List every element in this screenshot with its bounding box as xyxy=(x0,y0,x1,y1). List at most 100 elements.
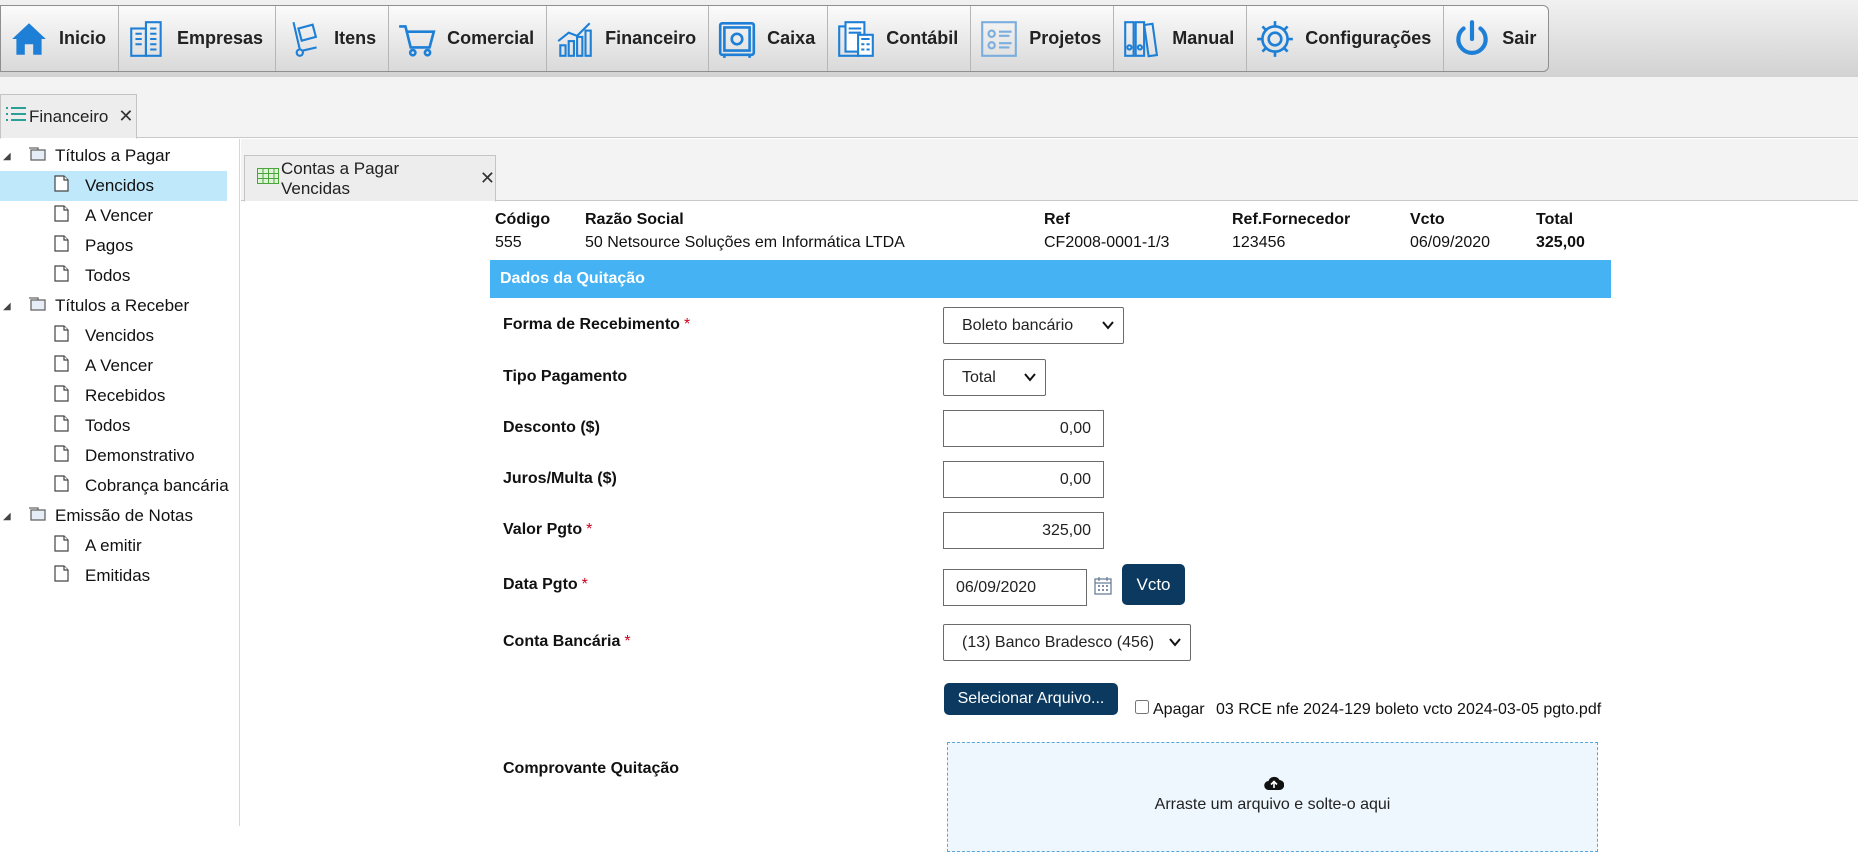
menu-financeiro[interactable]: Financeiro xyxy=(547,6,710,71)
label-juros-multa: Juros/Multa ($) xyxy=(503,470,617,487)
document-icon xyxy=(54,445,69,467)
list-icon xyxy=(5,106,27,127)
menu-caixa-label: Caixa xyxy=(767,28,816,48)
header-ref-fornecedor: Ref.Fornecedor xyxy=(1232,211,1351,228)
tree-item-label: Vencidos xyxy=(85,176,154,195)
tree-expanded-arrow-icon[interactable]: ◢ xyxy=(3,511,11,522)
close-tab-financeiro-icon[interactable]: ✕ xyxy=(118,106,133,127)
tree-item-pagar-todos[interactable]: Todos xyxy=(0,261,239,291)
tree-item-pagar-a-vencer[interactable]: A Vencer xyxy=(0,201,239,231)
hand-truck-icon xyxy=(282,17,326,61)
document-icon xyxy=(54,235,69,257)
tree-item-receber-demonstrativo[interactable]: Demonstrativo xyxy=(0,441,239,471)
shopping-cart-icon xyxy=(395,17,439,61)
label-forma-recebimento: Forma de Recebimento * xyxy=(503,316,691,333)
forma-recebimento-value: Boleto bancário xyxy=(962,316,1074,334)
chevron-down-icon xyxy=(1102,321,1114,330)
desconto-input[interactable] xyxy=(943,410,1104,447)
label-valor-pgto: Valor Pgto * xyxy=(503,521,593,538)
tree-item-label: Cobrança bancária xyxy=(85,476,229,495)
tab-financeiro[interactable]: Financeiro ✕ xyxy=(0,94,137,139)
menu-inicio-label: Inicio xyxy=(59,28,107,48)
close-tab-contas-icon[interactable]: ✕ xyxy=(480,168,495,189)
tree-item-pagar-pagos[interactable]: Pagos xyxy=(0,231,239,261)
menu-comercial[interactable]: Comercial xyxy=(389,6,548,71)
dropzone-text: Arraste um arquivo e solte-o aqui xyxy=(1154,796,1391,813)
tree-item-receber-a-vencer[interactable]: A Vencer xyxy=(0,351,239,381)
file-dropzone[interactable]: Arraste um arquivo e solte-o aqui xyxy=(947,742,1598,852)
top-menu-bar: Inicio Empresas Itens Comercial Financei… xyxy=(0,0,1858,77)
forma-recebimento-select[interactable]: Boleto bancário xyxy=(943,307,1124,344)
tab-contas-pagar-vencidas[interactable]: Contas a Pagar Vencidas ✕ xyxy=(244,155,496,202)
tree-item-notas-emitidas[interactable]: Emitidas xyxy=(0,561,239,591)
folder-icon xyxy=(28,146,46,166)
document-icon xyxy=(54,565,69,587)
grid-icon xyxy=(257,168,279,189)
document-icon xyxy=(54,475,69,497)
tree-item-label: Pagos xyxy=(85,236,134,255)
file-name: 03 RCE nfe 2024-129 boleto vcto 2024-03-… xyxy=(1216,701,1602,718)
tree-group-emissao-notas[interactable]: ◢ Emissão de Notas xyxy=(0,501,239,531)
menu-contabil[interactable]: Contábil xyxy=(828,6,972,71)
tree-group-titulos-pagar[interactable]: ◢ Títulos a Pagar xyxy=(0,141,239,171)
menu-caixa[interactable]: Caixa xyxy=(709,6,829,71)
tree-item-label: Vencidos xyxy=(85,326,154,345)
navigation-tree: ◢ Títulos a Pagar Vencidos A Vencer Pago… xyxy=(0,139,240,826)
tree-group-titulos-receber[interactable]: ◢ Títulos a Receber xyxy=(0,291,239,321)
tree-item-label: A Vencer xyxy=(85,206,154,225)
menu-empresas-label: Empresas xyxy=(177,28,264,48)
label-conta-bancaria: Conta Bancária * xyxy=(503,633,631,650)
tree-expanded-arrow-icon[interactable]: ◢ xyxy=(3,151,11,162)
delete-file-label: Apagar xyxy=(1153,701,1205,718)
header-razao-social: Razão Social xyxy=(585,211,684,228)
document-icon xyxy=(54,265,69,287)
tree-item-label: Recebidos xyxy=(85,386,166,405)
main-menu: Inicio Empresas Itens Comercial Financei… xyxy=(0,5,1550,72)
menu-empresas[interactable]: Empresas xyxy=(119,6,277,71)
tree-item-receber-recebidos[interactable]: Recebidos xyxy=(0,381,239,411)
select-file-button[interactable]: Selecionar Arquivo... xyxy=(944,683,1118,715)
value-vcto: 06/09/2020 xyxy=(1410,234,1491,251)
document-icon xyxy=(54,415,69,437)
delete-file-checkbox[interactable] xyxy=(1135,700,1149,714)
value-ref-fornecedor: 123456 xyxy=(1232,234,1286,251)
cloud-upload-icon xyxy=(1264,776,1284,791)
document-icon xyxy=(54,175,69,197)
menu-itens[interactable]: Itens xyxy=(276,6,390,71)
folder-icon xyxy=(28,296,46,316)
menu-configuracoes[interactable]: Configurações xyxy=(1247,6,1445,71)
conta-bancaria-select[interactable]: (13) Banco Bradesco (456) xyxy=(943,624,1191,661)
tree-item-receber-vencidos[interactable]: Vencidos xyxy=(0,321,239,351)
menu-sair[interactable]: Sair xyxy=(1444,6,1548,71)
tree-item-receber-cobranca[interactable]: Cobrança bancária xyxy=(0,471,239,501)
tree-item-label: Todos xyxy=(85,266,131,285)
label-tipo-pagamento: Tipo Pagamento xyxy=(503,368,628,385)
tab-contas-pagar-vencidas-label: Contas a Pagar Vencidas xyxy=(281,158,400,198)
section-dados-quitacao: Dados da Quitação xyxy=(490,260,1611,298)
header-ref: Ref xyxy=(1044,211,1070,228)
conta-bancaria-value: (13) Banco Bradesco (456) xyxy=(962,633,1155,651)
tree-item-pagar-vencidos[interactable]: Vencidos xyxy=(0,171,227,201)
growth-chart-icon xyxy=(553,17,597,61)
document-icon xyxy=(54,205,69,227)
menu-projetos[interactable]: Projetos xyxy=(971,6,1115,71)
value-codigo: 555 xyxy=(495,234,522,251)
data-pgto-input[interactable] xyxy=(943,569,1087,606)
vcto-button[interactable]: Vcto xyxy=(1122,564,1185,605)
tab-financeiro-label: Financeiro xyxy=(29,106,109,126)
header-codigo: Código xyxy=(495,211,551,228)
menu-projetos-label: Projetos xyxy=(1029,28,1102,48)
calendar-icon[interactable] xyxy=(1094,576,1112,600)
tree-item-receber-todos[interactable]: Todos xyxy=(0,411,239,441)
tree-expanded-arrow-icon[interactable]: ◢ xyxy=(3,301,11,312)
document-icon xyxy=(54,385,69,407)
menu-inicio[interactable]: Inicio xyxy=(1,6,120,71)
tree-item-notas-a-emitir[interactable]: A emitir xyxy=(0,531,239,561)
binders-icon xyxy=(1120,17,1164,61)
menu-manual[interactable]: Manual xyxy=(1114,6,1248,71)
tipo-pagamento-select[interactable]: Total xyxy=(943,359,1046,396)
tree-group-label: Títulos a Pagar xyxy=(55,146,171,165)
juros-multa-input[interactable] xyxy=(943,461,1104,498)
folder-icon xyxy=(28,506,46,526)
valor-pgto-input[interactable] xyxy=(943,512,1104,549)
